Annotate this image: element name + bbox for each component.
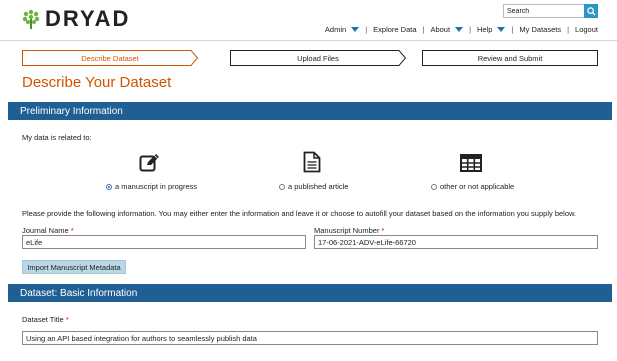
label-text: Journal Name [22,226,69,235]
manuscript-number-field[interactable]: 17-06-2021-ADV-eLife-66720 [314,235,598,249]
nav-logout[interactable]: Logout [575,25,598,34]
nav-explore-data-label: Explore Data [373,25,417,34]
document-icon [303,151,321,173]
step-upload-files[interactable]: Upload Files [230,50,406,66]
nav-divider: | [567,25,570,34]
section-header-basic-information: Dataset: Basic Information [8,284,612,302]
section-header-preliminary: Preliminary Information [8,102,612,120]
top-nav: Admin | Explore Data | About | Help | My… [325,25,598,34]
journal-name-label: Journal Name * [22,226,74,235]
nav-about[interactable]: About [430,25,464,34]
chevron-down-icon [497,27,506,32]
radio-label: a manuscript in progress [115,182,198,191]
edit-icon [139,154,159,172]
nav-divider: | [511,25,514,34]
brand-name: DRYAD [45,6,131,31]
nav-my-datasets[interactable]: My Datasets [519,25,561,34]
search-icon [586,6,596,16]
search-button[interactable] [584,4,598,18]
step-label: Review and Submit [477,53,543,63]
radio-manuscript-in-progress[interactable]: a manuscript in progress [106,182,197,191]
required-marker: * [65,315,69,324]
step-review-submit[interactable]: Review and Submit [422,50,598,66]
instructions-text: Please provide the following information… [22,209,577,218]
radio-published-article[interactable]: a published article [279,182,348,191]
field-value: Using an API based integration for autho… [26,333,257,343]
nav-help[interactable]: Help [477,25,506,34]
required-marker: * [381,226,385,235]
search-input[interactable] [504,5,586,17]
related-prompt: My data is related to: [22,133,92,142]
nav-logout-label: Logout [575,25,598,34]
chevron-down-icon [455,27,464,32]
search-box [503,4,598,18]
nav-divider: | [469,25,472,34]
required-marker: * [70,226,74,235]
dryad-logo[interactable]: DRYAD [22,8,130,30]
radio-button[interactable] [279,183,285,190]
field-value: 17-06-2021-ADV-eLife-66720 [318,237,416,247]
dataset-title-label: Dataset Title * [22,315,69,324]
nav-explore-data[interactable]: Explore Data [373,25,416,34]
section-title: Preliminary Information [20,105,123,117]
radio-label: a published article [288,182,349,191]
nav-divider: | [365,25,368,34]
header-divider [0,40,617,41]
label-text: Dataset Title [22,315,64,324]
radio-button[interactable] [106,183,112,190]
radio-button[interactable] [431,183,437,190]
page-title: Describe Your Dataset [22,74,172,91]
progress-steps: Describe Dataset Upload Files Review and… [22,50,598,66]
step-label: Describe Dataset [81,53,139,63]
nav-admin[interactable]: Admin [324,25,360,34]
nav-admin-label: Admin [324,25,347,34]
radio-other-not-applicable[interactable]: other or not applicable [431,182,514,191]
radio-label: other or not applicable [440,182,515,191]
step-label: Upload Files [297,53,339,63]
journal-name-field[interactable]: eLife [22,235,306,249]
import-manuscript-metadata-button[interactable]: Import Manuscript Metadata [22,260,126,274]
dataset-title-field[interactable]: Using an API based integration for autho… [22,331,598,345]
tree-icon [22,9,40,29]
nav-my-datasets-label: My Datasets [519,25,562,34]
section-title: Dataset: Basic Information [20,287,138,299]
table-icon [460,154,482,172]
manuscript-number-label: Manuscript Number * [314,226,384,235]
field-value: eLife [26,237,43,247]
chevron-down-icon [351,27,360,32]
step-describe-dataset[interactable]: Describe Dataset [22,50,198,66]
label-text: Manuscript Number [314,226,380,235]
nav-help-label: Help [477,25,493,34]
nav-divider: | [422,25,425,34]
nav-about-label: About [430,25,451,34]
